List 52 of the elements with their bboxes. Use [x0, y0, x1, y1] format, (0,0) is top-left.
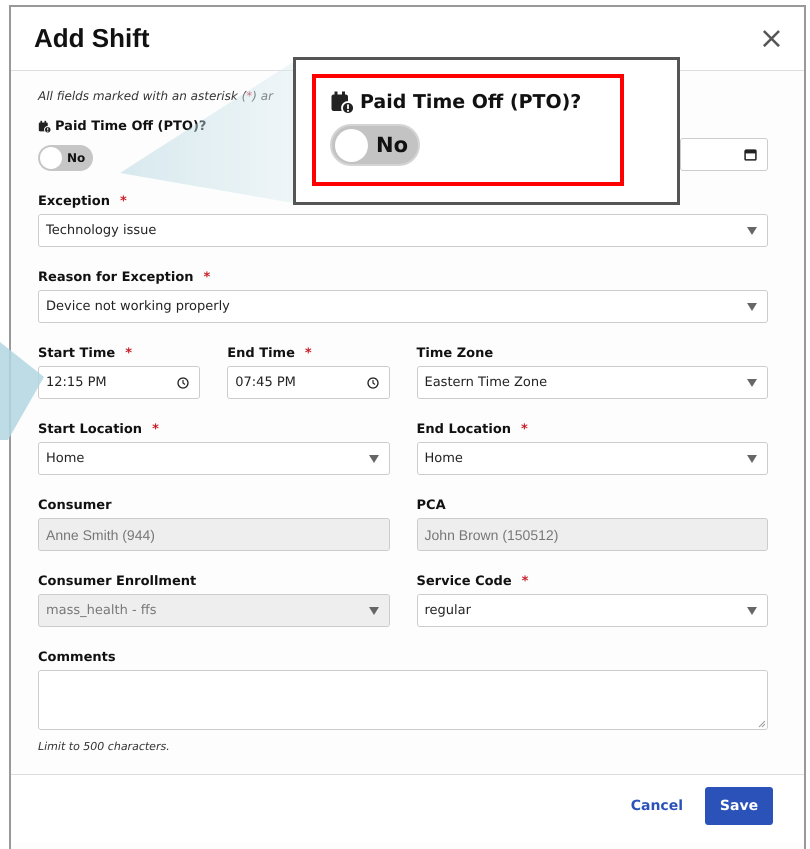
close-button[interactable]: ×: [752, 24, 790, 54]
calendar-icon: [744, 148, 757, 162]
field-label: Time Zone: [416, 346, 494, 361]
field-label: Start Location: [38, 422, 142, 437]
required-asterisk: *: [522, 574, 528, 589]
time-field[interactable]: 07:45 PM: [227, 366, 390, 400]
caret-icon: [747, 302, 757, 311]
field-label: Start Time: [38, 346, 116, 361]
intro-text: All fields marked with an asterisk (*) ar: [38, 89, 274, 104]
required-asterisk: *: [152, 422, 159, 437]
select-field[interactable]: Technology issue: [38, 214, 768, 248]
field-label: Reason for Exception: [38, 270, 194, 285]
field-label: End Time: [227, 346, 295, 361]
required-asterisk: *: [521, 422, 528, 437]
caret-icon: [747, 606, 757, 615]
save-button[interactable]: Save: [705, 787, 773, 826]
select-field[interactable]: regular: [416, 594, 768, 628]
toggle-switch[interactable]: No: [330, 124, 420, 166]
field-label: Exception: [38, 194, 110, 209]
field-label: Comments: [38, 650, 116, 665]
field-label: PCA: [416, 498, 446, 513]
required-asterisk: *: [120, 194, 127, 209]
toggle-switch[interactable]: No: [38, 145, 93, 172]
caret-icon: [747, 378, 757, 387]
select-field[interactable]: Home: [416, 442, 768, 476]
required-asterisk: *: [125, 346, 132, 361]
caret-icon: [368, 454, 378, 463]
caret-icon: [368, 606, 378, 615]
field-label: End Location: [416, 422, 512, 437]
hint-text: Limit to 500 characters.: [38, 740, 171, 754]
field-label: Consumer Enrollment: [38, 574, 196, 589]
select-field[interactable]: Home: [38, 442, 390, 476]
select-field[interactable]: Device not working properly: [38, 290, 768, 324]
dialog-title: Add Shift: [34, 23, 150, 54]
calendar-icon: [330, 90, 354, 114]
field-label: Paid Time Off (PTO)?: [360, 91, 582, 113]
clock-icon: [177, 376, 190, 389]
cancel-button[interactable]: Cancel: [624, 787, 689, 826]
calendar-icon: [38, 120, 51, 133]
resize-grip-icon: [758, 720, 766, 728]
field-label: Service Code: [416, 574, 512, 589]
comments-field[interactable]: [38, 670, 768, 730]
caret-icon: [747, 226, 757, 235]
required-asterisk: *: [304, 346, 312, 361]
field-label: Consumer: [38, 498, 112, 513]
clock-icon: [366, 376, 378, 389]
field-label: Paid Time Off (PTO)?: [55, 118, 206, 134]
date-field[interactable]: [680, 138, 768, 172]
select-field[interactable]: Eastern Time Zone: [416, 366, 768, 400]
time-field[interactable]: 12:15 PM: [38, 366, 200, 400]
required-asterisk: *: [204, 270, 210, 285]
caret-icon: [747, 454, 757, 463]
